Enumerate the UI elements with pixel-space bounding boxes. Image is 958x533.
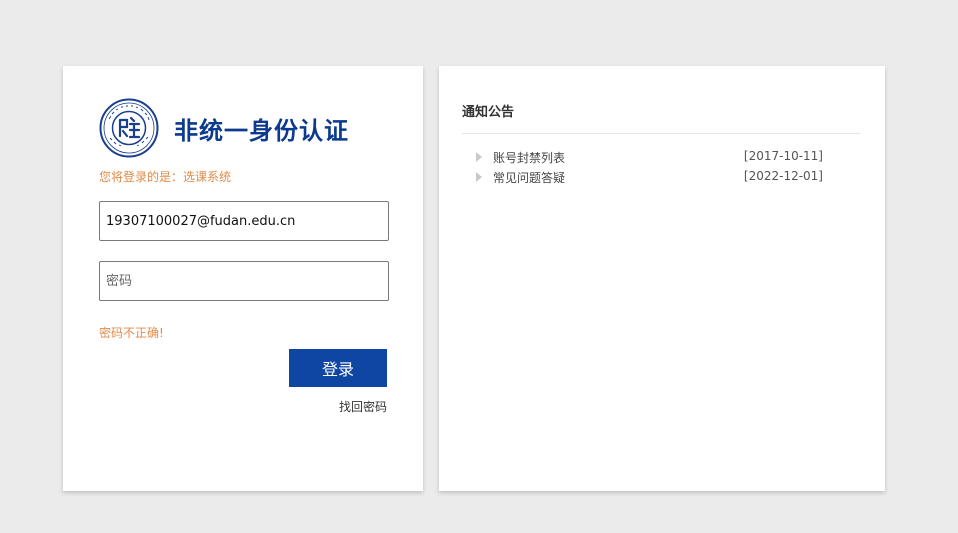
notice-link[interactable]: 账号封禁列表 — [493, 149, 565, 166]
password-error-message: 密码不正确! — [99, 326, 164, 340]
login-target-system: 您将登录的是：选课系统 — [99, 170, 232, 184]
university-seal-logo — [99, 98, 159, 158]
forgot-password-link[interactable]: 找回密码 — [339, 398, 387, 415]
notice-date: [2017-10-11] — [743, 149, 823, 163]
notice-list: 账号封禁列表 [2017-10-11] 常见问题答疑 [2022-12-01] — [476, 148, 826, 188]
notice-card: 通知公告 账号封禁列表 [2017-10-11] 常见问题答疑 [2022-12… — [439, 66, 885, 491]
username-input[interactable] — [99, 201, 389, 241]
triangle-right-icon — [476, 172, 482, 182]
login-card: 非统一身份认证 您将登录的是：选课系统 密码不正确! 登录 找回密码 — [63, 66, 423, 491]
logo-row: 非统一身份认证 — [99, 97, 349, 159]
page: 非统一身份认证 您将登录的是：选课系统 密码不正确! 登录 找回密码 通知公告 … — [0, 0, 958, 533]
password-input[interactable] — [99, 261, 389, 301]
notice-link[interactable]: 常见问题答疑 — [493, 169, 565, 186]
list-item: 常见问题答疑 [2022-12-01] — [476, 168, 826, 188]
auth-title: 非统一身份认证 — [174, 116, 349, 145]
notice-divider — [462, 133, 860, 134]
login-button[interactable]: 登录 — [289, 349, 387, 387]
triangle-right-icon — [476, 152, 482, 162]
list-item: 账号封禁列表 [2017-10-11] — [476, 148, 826, 168]
notice-date: [2022-12-01] — [743, 169, 823, 183]
notice-title: 通知公告 — [462, 105, 515, 120]
